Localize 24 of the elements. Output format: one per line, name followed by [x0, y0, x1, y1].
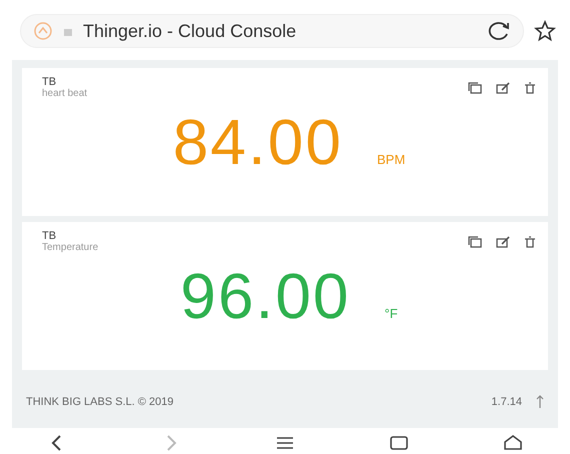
widget-value: 84.00 — [172, 105, 343, 179]
device-name: TB — [42, 230, 58, 242]
version-text: 1.7.14 — [491, 396, 522, 408]
delete-icon[interactable] — [524, 82, 536, 94]
widget-unit: °F — [384, 306, 398, 321]
delete-icon[interactable] — [524, 236, 536, 248]
scroll-top-icon[interactable] — [536, 395, 544, 409]
site-icon — [33, 21, 53, 41]
tabs-icon — [389, 433, 409, 453]
star-icon[interactable] — [534, 20, 556, 42]
widget-label: heart beat — [42, 88, 88, 99]
edit-icon[interactable] — [496, 236, 510, 248]
address-bar[interactable]: Thinger.io - Cloud Console — [20, 14, 524, 48]
widget-unit: BPM — [376, 152, 406, 167]
company-text: THINK BIG LABS S.L. © 2019 — [26, 396, 174, 408]
page-title: Thinger.io - Cloud Console — [83, 20, 298, 42]
edit-icon[interactable] — [496, 82, 510, 94]
device-name: TB — [42, 76, 58, 88]
copy-icon[interactable] — [468, 82, 482, 94]
home-icon — [503, 433, 523, 453]
widget-label: Temperature — [42, 242, 98, 253]
reload-icon[interactable] — [487, 20, 511, 42]
widget-value: 96.00 — [180, 259, 350, 333]
copy-icon[interactable] — [468, 236, 482, 248]
